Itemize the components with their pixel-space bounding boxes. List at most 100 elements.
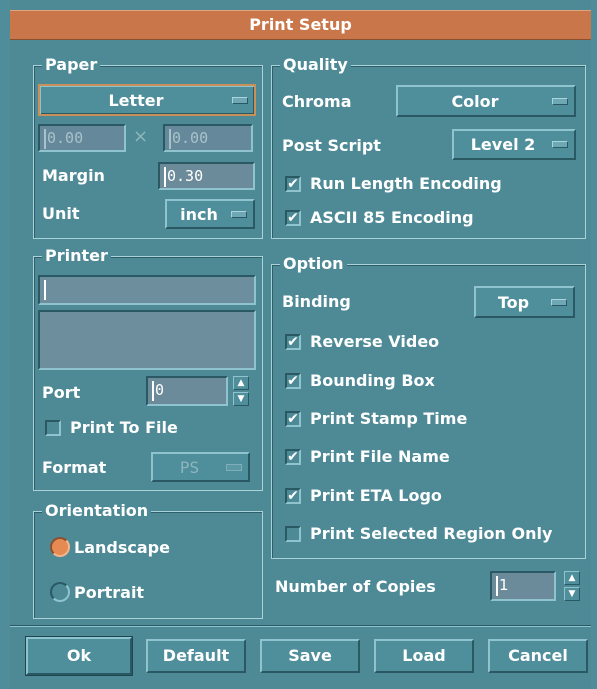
quality-legend: Quality bbox=[280, 55, 351, 75]
printer-legend: Printer bbox=[42, 246, 111, 266]
default-button[interactable]: Default bbox=[146, 639, 246, 673]
margin-field[interactable]: 0.30 bbox=[158, 162, 255, 190]
paper-width-field[interactable]: 0.00 bbox=[38, 124, 126, 152]
load-button[interactable]: Load bbox=[374, 639, 474, 673]
cancel-button-label: Cancel bbox=[508, 646, 568, 665]
port-field[interactable]: 0 bbox=[146, 376, 228, 406]
copies-field[interactable]: 1 bbox=[490, 571, 556, 601]
paper-height-field[interactable]: 0.00 bbox=[163, 124, 253, 152]
paper-height-value: 0.00 bbox=[172, 129, 209, 147]
radio-selected-icon bbox=[50, 537, 70, 557]
unchecked-box-icon bbox=[45, 419, 61, 436]
ascii85-checkbox[interactable]: ✔ ASCII 85 Encoding bbox=[285, 208, 474, 227]
postscript-value: Level 2 bbox=[470, 135, 536, 154]
ok-button[interactable]: Ok bbox=[25, 636, 133, 676]
text-cursor-icon bbox=[496, 575, 498, 596]
landscape-radio[interactable]: Landscape bbox=[50, 537, 170, 557]
format-value: PS bbox=[179, 457, 200, 477]
ok-button-label: Ok bbox=[66, 646, 92, 665]
bounding-box-label: Bounding Box bbox=[310, 371, 435, 390]
option-legend: Option bbox=[280, 254, 347, 274]
chroma-value: Color bbox=[451, 91, 499, 111]
printer-name-field[interactable] bbox=[38, 275, 256, 305]
option-menu-indicator-icon bbox=[552, 97, 568, 105]
option-menu-indicator-icon bbox=[551, 298, 567, 306]
option-menu-indicator-icon bbox=[552, 141, 568, 148]
print-selected-region-label: Print Selected Region Only bbox=[310, 524, 553, 543]
option-menu-indicator-icon bbox=[231, 210, 247, 218]
button-bar-separator bbox=[10, 625, 591, 627]
print-to-file-label: Print To File bbox=[70, 418, 178, 437]
port-label: Port bbox=[42, 383, 81, 402]
orientation-legend: Orientation bbox=[42, 501, 152, 521]
margin-value: 0.30 bbox=[167, 167, 204, 185]
ascii85-label: ASCII 85 Encoding bbox=[310, 208, 474, 227]
reverse-video-checkbox[interactable]: ✔ Reverse Video bbox=[285, 332, 439, 351]
margin-label: Margin bbox=[42, 166, 105, 185]
postscript-option-menu[interactable]: Level 2 bbox=[452, 129, 576, 160]
copies-value: 1 bbox=[499, 576, 509, 594]
print-eta-logo-label: Print ETA Logo bbox=[310, 486, 442, 505]
print-to-file-checkbox[interactable]: Print To File bbox=[45, 418, 178, 437]
orientation-group: Orientation bbox=[33, 501, 263, 619]
spin-up-icon[interactable]: ▲ bbox=[233, 376, 249, 390]
save-button-label: Save bbox=[288, 646, 332, 665]
times-symbol: × bbox=[133, 126, 149, 147]
option-menu-indicator-icon bbox=[232, 96, 248, 104]
unit-value: inch bbox=[180, 204, 218, 224]
unit-label: Unit bbox=[42, 204, 80, 223]
print-stamp-time-checkbox[interactable]: ✔ Print Stamp Time bbox=[285, 409, 467, 428]
load-button-label: Load bbox=[402, 646, 446, 665]
portrait-radio[interactable]: Portrait bbox=[50, 582, 144, 602]
print-file-name-label: Print File Name bbox=[310, 447, 450, 466]
text-cursor-icon bbox=[152, 380, 154, 401]
rle-checkbox[interactable]: ✔ Run Length Encoding bbox=[285, 174, 502, 193]
text-cursor-icon bbox=[44, 279, 46, 300]
paper-size-option-menu[interactable]: Letter bbox=[38, 84, 256, 116]
spin-down-icon[interactable]: ▼ bbox=[564, 587, 580, 601]
check-icon: ✔ bbox=[285, 448, 301, 465]
check-icon: ✔ bbox=[285, 209, 301, 226]
radio-unselected-icon bbox=[50, 582, 70, 602]
binding-option-menu[interactable]: Top bbox=[474, 286, 575, 318]
copies-label: Number of Copies bbox=[275, 577, 436, 596]
printer-list[interactable] bbox=[38, 310, 256, 370]
check-icon: ✔ bbox=[285, 372, 301, 389]
portrait-label: Portrait bbox=[74, 582, 145, 602]
chroma-label: Chroma bbox=[282, 92, 352, 111]
option-menu-indicator-icon bbox=[226, 463, 242, 471]
port-spinner[interactable]: ▲ ▼ bbox=[233, 376, 249, 406]
text-cursor-icon bbox=[169, 128, 171, 149]
format-option-menu[interactable]: PS bbox=[151, 452, 250, 482]
chroma-option-menu[interactable]: Color bbox=[396, 85, 576, 117]
spin-down-icon[interactable]: ▼ bbox=[233, 392, 249, 406]
unit-option-menu[interactable]: inch bbox=[165, 199, 255, 229]
check-icon: ✔ bbox=[285, 410, 301, 427]
spin-up-icon[interactable]: ▲ bbox=[564, 571, 580, 585]
rle-label: Run Length Encoding bbox=[310, 174, 502, 193]
print-file-name-checkbox[interactable]: ✔ Print File Name bbox=[285, 447, 450, 466]
default-button-label: Default bbox=[162, 646, 230, 665]
copies-spinner[interactable]: ▲ ▼ bbox=[564, 571, 580, 601]
bounding-box-checkbox[interactable]: ✔ Bounding Box bbox=[285, 371, 435, 390]
landscape-label: Landscape bbox=[74, 537, 170, 557]
format-label: Format bbox=[42, 458, 107, 477]
print-eta-logo-checkbox[interactable]: ✔ Print ETA Logo bbox=[285, 486, 442, 505]
port-value: 0 bbox=[155, 381, 165, 399]
check-icon: ✔ bbox=[285, 333, 301, 350]
print-selected-region-checkbox[interactable]: Print Selected Region Only bbox=[285, 524, 552, 543]
binding-value: Top bbox=[497, 292, 530, 312]
text-cursor-icon bbox=[44, 128, 46, 149]
paper-legend: Paper bbox=[42, 55, 101, 75]
print-stamp-time-label: Print Stamp Time bbox=[310, 409, 468, 428]
cancel-button[interactable]: Cancel bbox=[488, 639, 588, 673]
save-button[interactable]: Save bbox=[260, 639, 360, 673]
check-icon: ✔ bbox=[285, 175, 301, 192]
paper-size-value: Letter bbox=[108, 90, 164, 110]
window-title: Print Setup bbox=[10, 10, 591, 40]
unchecked-box-icon bbox=[285, 525, 301, 542]
paper-width-value: 0.00 bbox=[47, 129, 84, 147]
postscript-label: Post Script bbox=[282, 136, 381, 155]
check-icon: ✔ bbox=[285, 487, 301, 504]
binding-label: Binding bbox=[282, 292, 351, 311]
